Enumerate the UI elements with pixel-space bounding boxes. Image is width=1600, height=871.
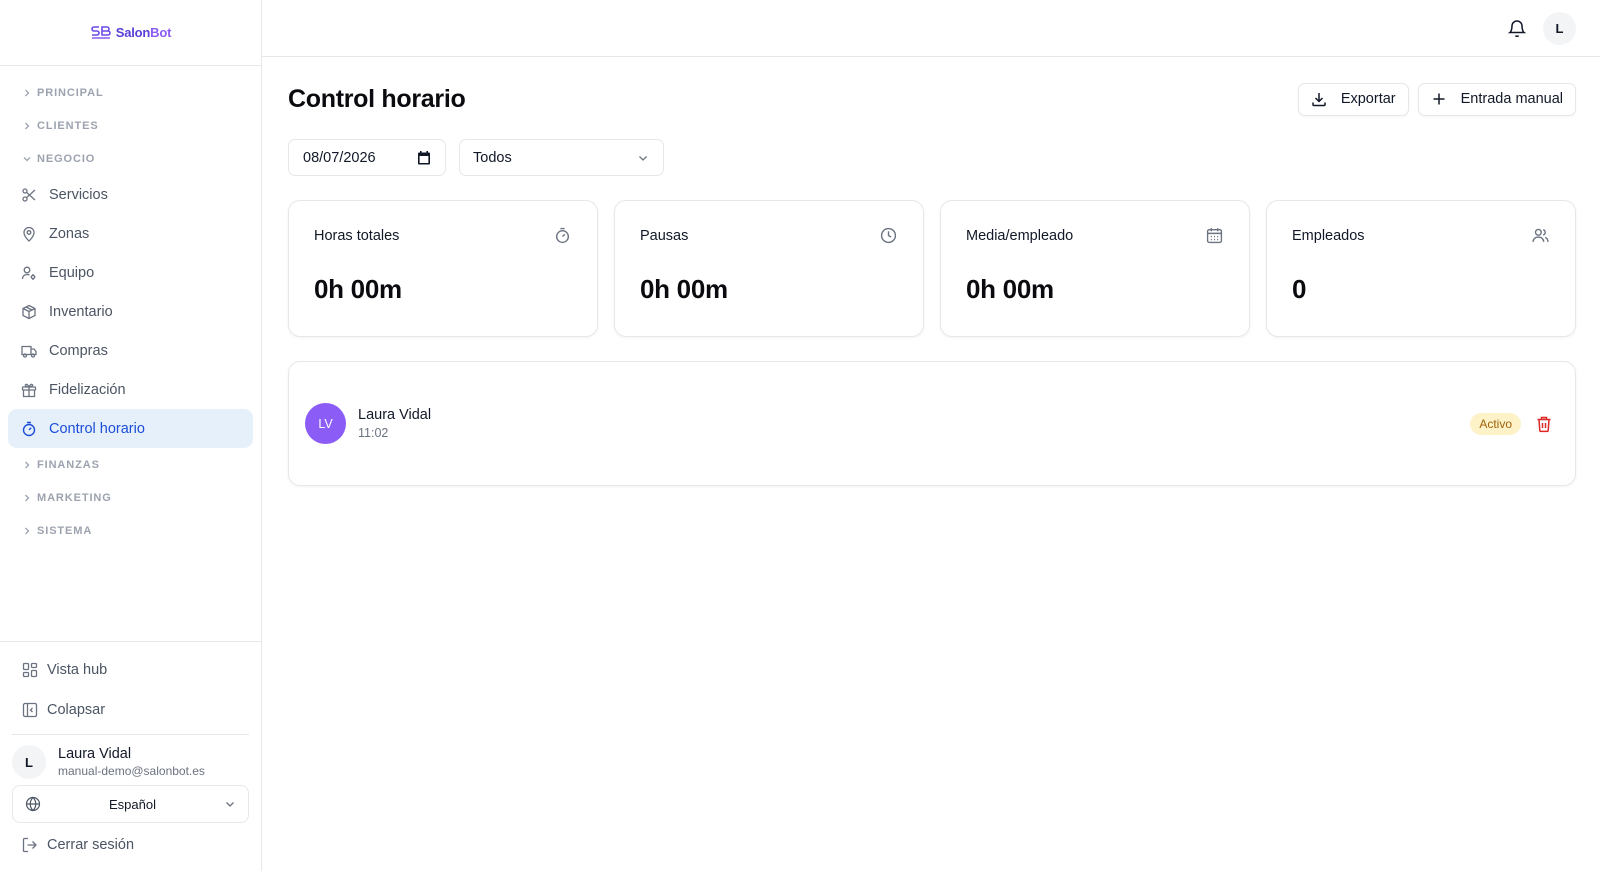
sidebar-item-inventario[interactable]: Inventario [8,292,253,331]
user-profile[interactable]: L Laura Vidal manual-demo@salonbot.es [12,734,249,785]
sidebar-item-servicios[interactable]: Servicios [8,175,253,214]
stat-value: 0h 00m [966,274,1054,304]
stat-value: 0h 00m [640,274,728,304]
scissors-icon [22,187,36,202]
stat-card-pausas: Pausas 0h 00m [614,200,924,337]
chevron-right-icon [25,461,30,468]
avatar: LV [305,403,346,444]
brand-name: SalonBot [115,25,172,40]
calendar-picker-icon[interactable] [417,150,431,165]
sidebar-footer: Vista hub Colapsar L Laura Vidal manual-… [0,641,261,865]
section-negocio[interactable]: NEGOCIO [0,142,261,175]
brand-logo[interactable]: SalonBot [0,0,261,66]
download-icon [1312,93,1326,107]
clock-icon [880,227,897,244]
export-button[interactable]: Exportar [1297,82,1409,116]
log-out-icon [22,837,37,853]
sidebar: SalonBot PRINCIPAL CLIENTES NEGOCIO Serv… [0,0,262,871]
box-icon [22,304,36,319]
chevron-right-icon [25,122,30,129]
stat-card-empleados: Empleados 0 [1266,200,1576,337]
sidebar-item-zonas[interactable]: Zonas [8,214,253,253]
manual-entry-button[interactable]: Entrada manual [1417,82,1576,116]
chevron-right-icon [25,527,30,534]
stat-value: 0 [1292,274,1307,304]
date-input[interactable]: 08/07/2026 [288,139,446,176]
truck-icon [21,345,37,358]
entry-time: 11:02 [358,426,389,440]
time-entries-list: LV Laura Vidal 11:02 Activo [288,361,1576,486]
calendar-icon [1206,228,1223,244]
salonbot-logo-icon [90,24,112,42]
employee-select[interactable]: Todos [459,139,664,176]
stat-card-media-empleado: Media/empleado 0h 00m [940,200,1250,337]
employee-name: Laura Vidal [358,407,432,423]
trash-icon[interactable] [1535,415,1553,433]
stopwatch-icon [22,421,36,436]
main-content: Control horario Exportar Entrada manual … [262,57,1600,871]
stopwatch-icon [555,227,570,244]
sidebar-nav: PRINCIPAL CLIENTES NEGOCIO Servicios Zon… [0,76,261,547]
stats-row: Horas totales 0h 00m Pausas 0h 00m Media… [288,200,1576,337]
plus-icon [1433,93,1445,105]
sidebar-item-equipo[interactable]: Equipo [8,253,253,292]
avatar: L [12,745,46,779]
list-item[interactable]: LV Laura Vidal 11:02 [305,403,431,444]
chevron-right-icon [25,89,30,96]
user-email: manual-demo@salonbot.es [58,764,205,778]
section-sistema[interactable]: SISTEMA [0,514,261,547]
chevron-down-icon [639,155,647,161]
user-cog-icon [21,266,36,280]
section-principal[interactable]: PRINCIPAL [0,76,261,109]
page-title: Control horario [288,84,466,113]
topbar: L [262,0,1600,57]
section-clientes[interactable]: CLIENTES [0,109,261,142]
section-finanzas[interactable]: FINANZAS [0,448,261,481]
bell-icon[interactable] [1506,17,1528,39]
user-name: Laura Vidal [58,746,132,762]
language-select[interactable]: Español [12,785,249,823]
chevron-down-icon [23,156,31,161]
stat-value: 0h 00m [314,274,402,304]
grid-icon [22,662,38,678]
user-avatar-button[interactable]: L [1543,12,1576,45]
filters: 08/07/2026 Todos [288,139,1576,176]
section-marketing[interactable]: MARKETING [0,481,261,514]
sidebar-item-compras[interactable]: Compras [8,331,253,370]
vista-hub-link[interactable]: Vista hub [12,650,249,690]
chevron-down-icon [226,802,234,807]
map-pin-icon [23,226,35,242]
sidebar-item-control-horario[interactable]: Control horario [8,409,253,448]
sidebar-item-fidelizacion[interactable]: Fidelización [8,370,253,409]
gift-icon [21,383,37,397]
globe-icon [25,796,41,812]
status-badge: Activo [1470,412,1521,435]
colapsar-button[interactable]: Colapsar [12,690,249,730]
users-icon [1532,228,1549,242]
panel-collapse-icon [22,702,38,718]
chevron-right-icon [25,494,30,501]
stat-card-horas-totales: Horas totales 0h 00m [288,200,598,337]
logout-button[interactable]: Cerrar sesión [12,825,249,865]
